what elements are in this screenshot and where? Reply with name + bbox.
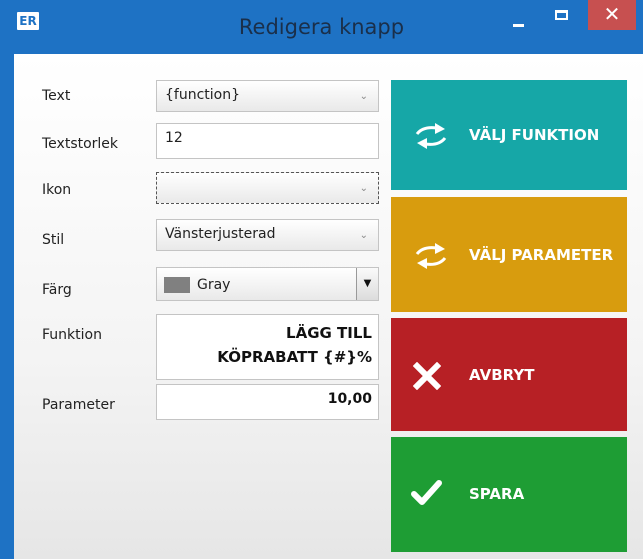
chevron-down-icon: ⌄ bbox=[359, 183, 368, 194]
x-icon bbox=[413, 362, 441, 390]
dialog-content: Text {function} ⌄ Textstorlek 12 Ikon ⌄ … bbox=[14, 54, 643, 559]
style-label: Stil bbox=[42, 232, 65, 248]
font-size-label: Textstorlek bbox=[42, 136, 119, 152]
color-label: Färg bbox=[42, 282, 72, 298]
dropdown-arrow-icon[interactable]: ▼ bbox=[356, 268, 378, 300]
font-size-input[interactable]: 12 bbox=[156, 123, 379, 159]
font-size-value: 12 bbox=[165, 130, 183, 146]
chevron-down-icon: ⌄ bbox=[359, 230, 368, 241]
choose-parameter-label: VÄLJ PARAMETER bbox=[469, 246, 614, 264]
text-label: Text bbox=[42, 88, 71, 104]
parameter-value: 10,00 bbox=[327, 391, 372, 407]
minimize-button[interactable] bbox=[497, 0, 541, 36]
icon-label: Ikon bbox=[42, 182, 72, 198]
function-label: Funktion bbox=[42, 327, 102, 343]
cancel-button[interactable]: AVBRYT bbox=[391, 318, 627, 431]
close-button[interactable]: ✕ bbox=[588, 0, 636, 30]
function-line-1: LÄGG TILL bbox=[286, 324, 372, 342]
cancel-label: AVBRYT bbox=[469, 366, 535, 384]
text-select-value: {function} bbox=[165, 87, 241, 103]
save-button[interactable]: SPARA bbox=[391, 437, 627, 552]
color-select-value: Gray bbox=[197, 277, 231, 293]
close-icon: ✕ bbox=[603, 2, 621, 26]
choose-function-label: VÄLJ FUNKTION bbox=[469, 126, 600, 144]
function-display: LÄGG TILL KÖPRABATT {#}% bbox=[156, 314, 379, 380]
save-label: SPARA bbox=[469, 485, 525, 503]
function-line-2: KÖPRABATT {#}% bbox=[217, 348, 372, 366]
style-select[interactable]: Vänsterjusterad ⌄ bbox=[156, 219, 379, 251]
swap-arrows-icon bbox=[415, 123, 447, 149]
maximize-button[interactable] bbox=[543, 0, 583, 36]
swap-arrows-icon bbox=[415, 243, 447, 269]
choose-function-button[interactable]: VÄLJ FUNKTION bbox=[391, 80, 627, 190]
icon-select[interactable]: ⌄ bbox=[156, 172, 379, 204]
choose-parameter-button[interactable]: VÄLJ PARAMETER bbox=[391, 197, 627, 312]
edit-button-dialog: ER Redigera knapp ✕ Text {function} ⌄ Te… bbox=[0, 0, 643, 559]
chevron-down-icon: ⌄ bbox=[359, 91, 368, 102]
parameter-label: Parameter bbox=[42, 397, 115, 413]
text-select[interactable]: {function} ⌄ bbox=[156, 80, 379, 112]
parameter-input[interactable]: 10,00 bbox=[156, 384, 379, 420]
color-select[interactable]: Gray ▼ bbox=[156, 267, 379, 301]
style-select-value: Vänsterjusterad bbox=[165, 226, 276, 242]
color-swatch bbox=[164, 277, 190, 293]
check-icon bbox=[411, 480, 442, 505]
title-bar[interactable]: ER Redigera knapp ✕ bbox=[0, 0, 643, 54]
app-icon: ER bbox=[17, 12, 39, 30]
